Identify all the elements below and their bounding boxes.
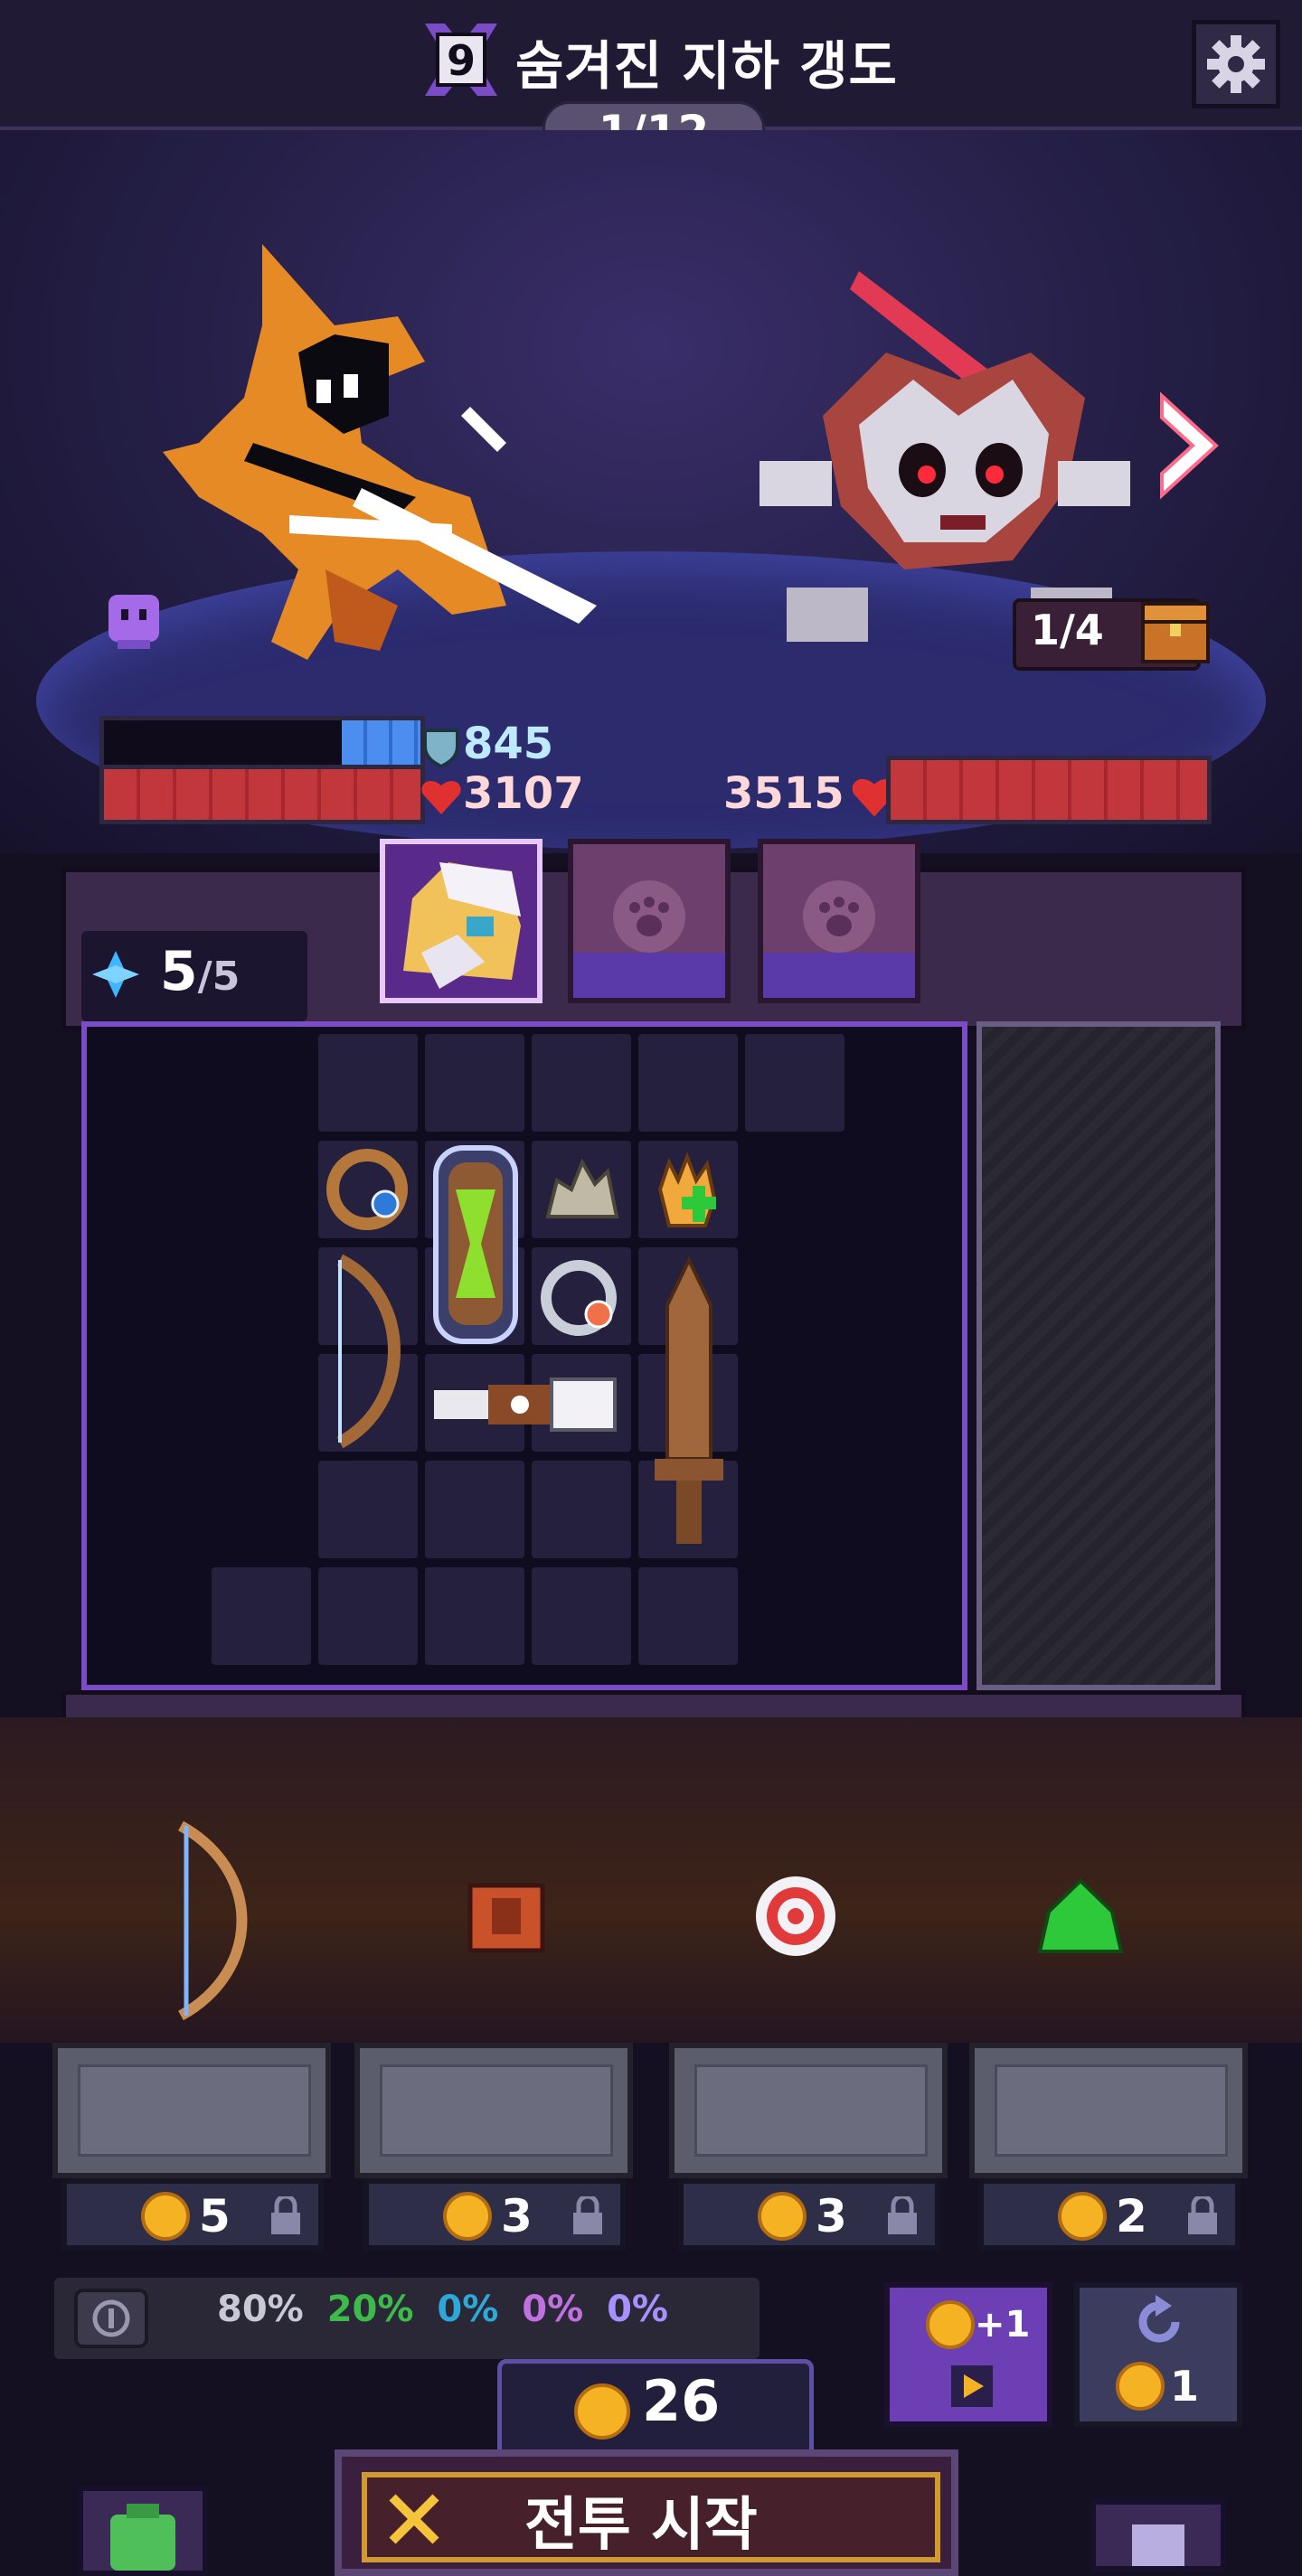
gold-coin-icon [1116, 2362, 1165, 2411]
bronze-ring-icon[interactable] [322, 1144, 416, 1238]
grid-cell[interactable] [745, 1034, 844, 1132]
character-tab-empty[interactable] [758, 839, 920, 1003]
hero-hp-value: 3107 [421, 768, 591, 819]
shop-crate [969, 2043, 1248, 2178]
enemy-hp-bar [886, 756, 1212, 824]
next-enemy-arrow-icon[interactable] [1153, 387, 1225, 504]
stage-number: 9 [447, 36, 476, 85]
settings-button[interactable] [1192, 20, 1280, 108]
grid-cell[interactable] [425, 1567, 524, 1665]
stage-title: 숨겨진 지하 갱도 [515, 35, 898, 97]
start-battle-label: 전투 시작 [524, 2492, 758, 2559]
enemy-hp-value: 3515 [723, 768, 899, 821]
leather-armor-icon[interactable] [461, 1871, 552, 1961]
backpack-icon [110, 2504, 175, 2571]
hero-portrait-icon [385, 844, 537, 998]
lock-icon[interactable] [268, 2196, 304, 2236]
gold-amount: 26 [642, 2368, 721, 2434]
shop-crate [354, 2043, 633, 2178]
heart-icon [421, 780, 461, 814]
grid-cell[interactable] [318, 1567, 418, 1665]
menu-button[interactable] [1090, 2499, 1226, 2571]
shop-crate [669, 2043, 948, 2178]
odds-legendary: 0% [607, 2289, 669, 2330]
grid-cell[interactable] [318, 1461, 418, 1558]
shop-slot[interactable]: 2 [969, 2043, 1248, 2251]
paw-icon [573, 880, 725, 998]
gold-coin-icon [1058, 2192, 1107, 2241]
odds-rare: 0% [437, 2289, 499, 2330]
hero-shield-bar [99, 716, 425, 772]
bone-scroll-icon[interactable] [429, 1144, 523, 1345]
price-tag: 5 [61, 2178, 324, 2251]
character-tab-active[interactable] [380, 839, 542, 1003]
lock-icon[interactable] [570, 2196, 606, 2236]
odds-common: 80% [217, 2289, 304, 2330]
gold-coin-icon [574, 2383, 630, 2440]
treasure-chest-icon [1141, 602, 1210, 663]
shop-slot[interactable]: 5 [52, 2043, 331, 2251]
price-tag: 2 [978, 2178, 1241, 2251]
storage-panel[interactable] [976, 1021, 1221, 1690]
odds-info-icon[interactable] [72, 2287, 150, 2350]
mana-counter: 5/5 [90, 940, 240, 1003]
grid-cell[interactable] [638, 1034, 738, 1132]
enemy-hp-fill [891, 760, 1207, 820]
inventory-button[interactable] [78, 2486, 208, 2576]
grid-cell[interactable] [532, 1567, 631, 1665]
pet-ghost-icon [108, 595, 159, 649]
gear-icon [1207, 35, 1265, 93]
loot-count: 1/4 [1031, 606, 1104, 654]
shop-slot[interactable]: 3 [669, 2043, 948, 2251]
grid-cell[interactable] [532, 1034, 631, 1132]
grid-cell[interactable] [212, 1567, 311, 1665]
silver-ring-icon[interactable] [535, 1251, 629, 1345]
wooden-bow-icon[interactable] [163, 1817, 271, 2025]
wooden-bow-icon[interactable] [322, 1251, 416, 1452]
shield-icon [423, 729, 459, 769]
fossil-icon[interactable] [535, 1144, 629, 1238]
shop-slot[interactable]: 3 [354, 2043, 633, 2251]
gold-coin-icon [758, 2192, 807, 2241]
grid-cell[interactable] [532, 1461, 631, 1558]
hero-character [163, 244, 597, 660]
gold-coin-icon [141, 2192, 190, 2241]
wooden-sword-icon[interactable] [642, 1251, 736, 1558]
green-slime-icon[interactable] [1031, 1876, 1130, 1966]
video-ad-icon [951, 2365, 993, 2407]
spyglass-icon[interactable] [425, 1358, 626, 1452]
hero-shield-fill [341, 720, 420, 767]
hero-hp-bar [99, 765, 425, 824]
lock-icon[interactable] [884, 2196, 920, 2236]
healing-hand-icon[interactable] [642, 1144, 736, 1238]
gold-coin-icon [443, 2192, 492, 2241]
rarity-odds: 80% 20% 0% 0% 0% [217, 2289, 668, 2330]
target-icon[interactable] [750, 1871, 841, 1961]
odds-epic: 0% [522, 2289, 584, 2330]
backpack-grid[interactable] [81, 1021, 967, 1690]
scroll-icon [1132, 2524, 1184, 2566]
grid-cell[interactable] [425, 1461, 524, 1558]
shop-crate [52, 2043, 331, 2178]
hero-shield-value: 845 [423, 719, 561, 769]
grid-cell[interactable] [425, 1034, 524, 1132]
mana-crystal-icon [92, 951, 139, 999]
crossed-swords-icon [389, 2494, 439, 2544]
paw-icon [763, 880, 915, 998]
odds-uncommon: 20% [326, 2289, 414, 2330]
gold-coin-icon [926, 2300, 975, 2349]
character-tab-empty[interactable] [568, 839, 731, 1003]
stage-badge: 9 [425, 24, 497, 96]
hero-hp-fill [104, 769, 420, 820]
price-tag: 3 [363, 2178, 626, 2251]
ad-bonus-gold-button[interactable]: +1 [884, 2282, 1052, 2427]
reroll-button[interactable]: 1 [1074, 2282, 1242, 2427]
price-tag: 3 [678, 2178, 940, 2251]
grid-cell[interactable] [318, 1034, 418, 1132]
reroll-icon [1138, 2295, 1180, 2343]
lock-icon[interactable] [1184, 2196, 1221, 2236]
grid-cell[interactable] [638, 1567, 738, 1665]
